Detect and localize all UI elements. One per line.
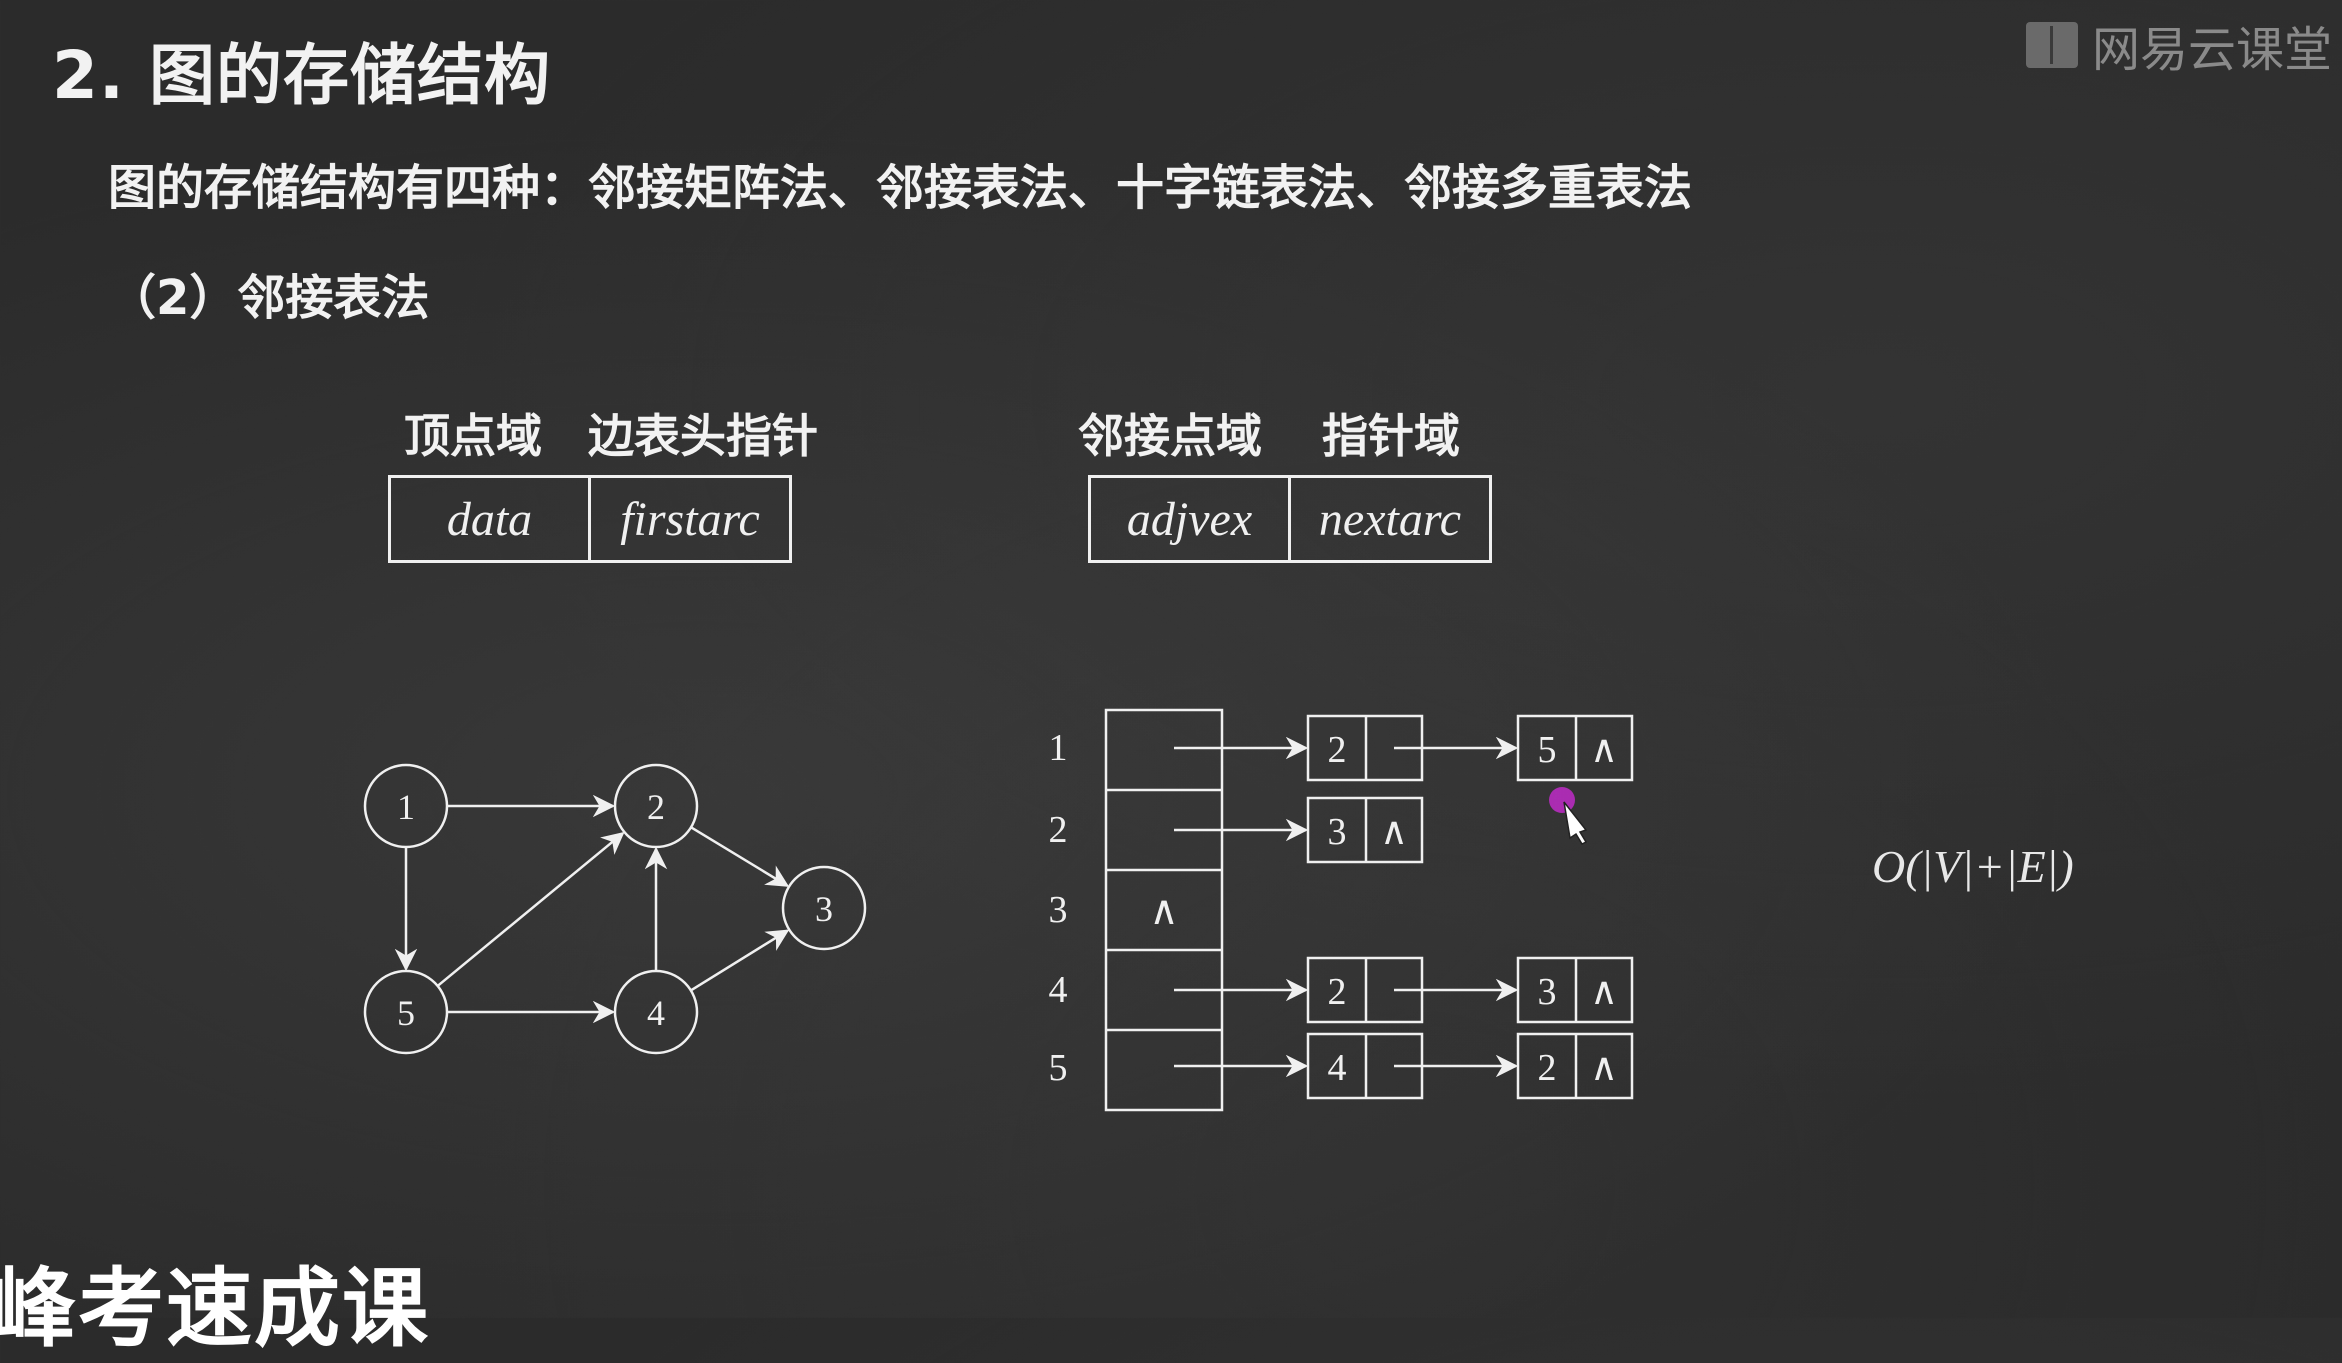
storage-methods-text: 图的存储结构有四种：邻接矩阵法、邻接表法、十字链表法、邻接多重表法 bbox=[108, 160, 1693, 216]
adjvex-field: adjvex bbox=[1126, 492, 1253, 546]
directed-graph: 1 2 3 4 5 bbox=[363, 763, 867, 1055]
firstarc-field: firstarc bbox=[588, 478, 789, 560]
null-pointer-symbol: ∧ bbox=[1149, 888, 1178, 933]
book-icon bbox=[2025, 22, 2078, 68]
data-field: data bbox=[446, 492, 533, 546]
arc-node-adjvex: 3 bbox=[1538, 971, 1557, 1013]
section-heading: （2）邻接表法 bbox=[108, 270, 430, 326]
arc-node-adjvex: 2 bbox=[1328, 971, 1347, 1013]
adjacent-vertex-field-label: 邻接点域 bbox=[1078, 409, 1262, 463]
adjacency-list: 1 2 5 ∧ 2 3 ∧ 3 ∧ 4 2 3 ∧ 5 4 2 ∧ bbox=[1049, 708, 1634, 1112]
arc-node-adjvex: 4 bbox=[1328, 1047, 1347, 1089]
graph-edge-4-3 bbox=[690, 929, 790, 992]
vertex-index-label: 3 bbox=[1049, 889, 1068, 931]
arc-node-structure: adjvex nextarc bbox=[1088, 475, 1492, 563]
arc-node-adjvex: 3 bbox=[1328, 811, 1347, 853]
cursor-pointer-icon bbox=[1549, 787, 1588, 845]
vertex-field-label: 顶点域 bbox=[404, 409, 542, 463]
null-pointer-symbol: ∧ bbox=[1590, 971, 1618, 1013]
arc-node-adjvex: 2 bbox=[1328, 729, 1347, 771]
graph-node-label: 5 bbox=[397, 993, 415, 1033]
arc-node-adjvex: 5 bbox=[1538, 729, 1557, 771]
graph-node-label: 3 bbox=[815, 889, 833, 929]
arc-node-adjvex: 2 bbox=[1538, 1047, 1557, 1089]
nextarc-field: nextarc bbox=[1288, 478, 1489, 560]
vertex-index-label: 1 bbox=[1049, 727, 1068, 769]
course-watermark: 峰考速成课 bbox=[0, 1259, 430, 1359]
vertex-index-label: 2 bbox=[1049, 809, 1068, 851]
brand-logo-text: 网易云课堂 bbox=[2091, 22, 2332, 78]
graph-node-label: 2 bbox=[647, 787, 665, 827]
null-pointer-symbol: ∧ bbox=[1380, 811, 1408, 853]
vertex-index-label: 5 bbox=[1049, 1047, 1068, 1089]
space-complexity: O(|V|+|E|) bbox=[1872, 841, 2074, 892]
null-pointer-symbol: ∧ bbox=[1590, 729, 1618, 771]
graph-edge-5-2 bbox=[436, 831, 625, 987]
graph-node-label: 1 bbox=[397, 787, 415, 827]
null-pointer-symbol: ∧ bbox=[1590, 1047, 1618, 1089]
vertex-index-label: 4 bbox=[1049, 969, 1068, 1011]
graph-node-label: 4 bbox=[647, 993, 665, 1033]
pointer-field-label: 指针域 bbox=[1322, 409, 1460, 463]
graph-edge-2-3 bbox=[690, 826, 790, 887]
brand-logo: 网易云课堂 bbox=[2025, 10, 2332, 80]
vertex-node-structure: data firstarc bbox=[388, 475, 792, 563]
first-arc-pointer-label: 边表头指针 bbox=[588, 409, 818, 463]
page-title: 2. 图的存储结构 bbox=[52, 37, 551, 114]
